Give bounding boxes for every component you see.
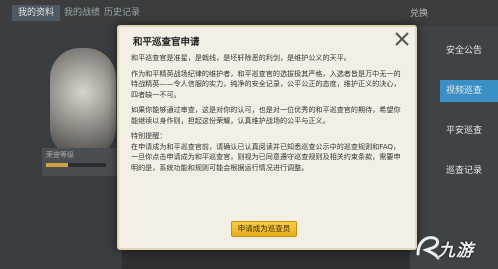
side-menu-peace-patrol[interactable]: 平安巡查: [440, 120, 498, 142]
intro-paragraph: 和平巡查官是准星，是戟线，是坯轩除恶的利剑，是维护公义的天平。: [131, 53, 351, 62]
dialog-body: 和平巡查官是准星，是戟线，是坯轩除恶的利剑，是维护公义的天平。 作为和平精英战场…: [131, 53, 403, 178]
dialog-title: 和平巡查官申请: [133, 37, 200, 48]
side-menu-video-patrol[interactable]: 视频巡查: [440, 80, 498, 102]
close-button[interactable]: [391, 28, 413, 50]
side-menu-patrol-record[interactable]: 巡查记录: [440, 160, 498, 182]
patrol-officer-dialog: 和平巡查官申请 和平巡查官是准星，是戟线，是坯轩除恶的利剑，是维护公义的天平。 …: [117, 25, 417, 250]
expectation-paragraph: 如果你能够通过审查，这是对你的认可，也是对一位优秀的和平巡查官的期待，希望你能继…: [131, 105, 401, 125]
note-title: 特别提醒：: [131, 131, 167, 140]
character-avatar: [50, 48, 116, 158]
tab-profile[interactable]: 我的资料: [12, 5, 61, 21]
tab-history[interactable]: 历史记录: [98, 5, 146, 21]
level-progress-fill: [46, 163, 68, 167]
close-icon: [395, 32, 409, 46]
requirements-paragraph: 作为和平精英战场纪律的维护者，和平巡查官的选拔极其严格，入选者皆是万中无一的特战…: [131, 68, 401, 99]
side-menu-security[interactable]: 安全公告: [440, 40, 498, 62]
watermark-text: 九游: [438, 241, 474, 261]
notice-paragraph: 在申请成为和平巡查官前，请确认已认真阅读并已知悉巡查公示中的巡查规则和FAQ，一…: [131, 141, 401, 172]
apply-button[interactable]: 申请成为巡查员: [231, 221, 297, 237]
level-label: 荣誉等级: [46, 151, 74, 159]
exchange-link[interactable]: 兑换: [410, 6, 428, 19]
